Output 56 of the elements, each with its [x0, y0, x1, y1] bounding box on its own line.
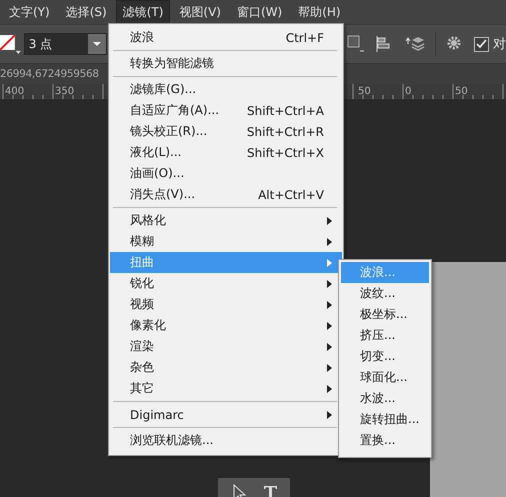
menu-item[interactable]: 消失点(V)... Alt+Ctrl+V — [110, 184, 342, 205]
menu-item[interactable]: 风格化 — [110, 210, 342, 231]
menu-item[interactable]: Digimarc — [110, 404, 342, 425]
ruler-label: 50 — [358, 86, 371, 97]
menu-item[interactable]: 模糊 — [110, 231, 342, 252]
menu-item[interactable]: 切变... — [341, 346, 429, 367]
checkbox-label: 对 — [493, 36, 506, 53]
submenu-arrow-icon — [327, 342, 332, 350]
menu-item[interactable]: 杂色 — [110, 357, 342, 378]
document-info: 26994,6724959568 — [0, 68, 99, 80]
type-tool-icon[interactable] — [262, 484, 280, 497]
submenu-arrow-icon — [327, 322, 332, 330]
menu-item[interactable]: 挤压... — [341, 325, 429, 346]
ruler-label: 0 — [405, 86, 412, 97]
menu-item[interactable]: 其它 — [110, 378, 342, 399]
menu-item[interactable]: 浏览联机滤镜... — [110, 430, 342, 451]
menu-item[interactable]: 旋转扭曲... — [341, 409, 429, 430]
menu-item[interactable]: 球面化... — [341, 367, 429, 388]
menu-item[interactable]: 镜头校正(R)... Shift+Ctrl+R — [110, 121, 342, 142]
menu-item[interactable]: 像素化 — [110, 315, 342, 336]
menu-item[interactable]: 转换为智能滤镜 — [110, 53, 342, 74]
submenu-arrow-icon — [327, 238, 332, 246]
dropdown-caret-icon — [93, 42, 101, 46]
submenu-arrow-icon — [327, 216, 332, 224]
menu-item[interactable]: 滤镜库(G)... — [110, 79, 342, 100]
layers-icon[interactable] — [403, 35, 425, 53]
menu-item[interactable]: 波浪 Ctrl+F — [110, 27, 342, 48]
menu-title[interactable]: 滤镜(T) — [116, 0, 170, 24]
checkbox[interactable] — [474, 36, 489, 52]
stroke-swatch-icon[interactable] — [0, 33, 22, 55]
ruler-label: 50 — [455, 86, 468, 97]
menu-title[interactable]: 文字(Y) — [2, 0, 57, 24]
menu-title[interactable]: 帮助(H) — [291, 0, 348, 24]
menu-item[interactable]: 自适应广角(A)... Shift+Ctrl+A — [110, 100, 342, 121]
submenu-arrow-icon — [327, 280, 332, 288]
submenu-arrow-icon — [327, 364, 332, 372]
stroke-size-field[interactable]: 3 点 — [24, 33, 107, 55]
menu-item[interactable]: 视频 — [110, 294, 342, 315]
submenu-arrow-icon — [327, 410, 332, 418]
menu-item[interactable]: 液化(L)... Shift+Ctrl+X — [110, 142, 342, 163]
menu-item[interactable]: 渲染 — [110, 336, 342, 357]
submenu-arrow-icon — [327, 300, 332, 308]
menu-item[interactable]: 水波... — [341, 388, 429, 409]
submenu-arrow-icon — [327, 384, 332, 392]
menu-title[interactable]: 视图(V) — [172, 0, 228, 24]
square-icon[interactable] — [347, 35, 365, 53]
menu-title[interactable]: 窗口(W) — [230, 0, 290, 24]
menu-item[interactable]: 油画(O)... — [110, 163, 342, 184]
menu-item[interactable]: 锐化 — [110, 273, 342, 294]
menu-item[interactable]: 极坐标... — [341, 304, 429, 325]
ruler-label: 350 — [55, 86, 74, 97]
ruler-label: 400 — [5, 86, 24, 97]
menu-title[interactable]: 选择(S) — [58, 0, 114, 24]
menu-item[interactable]: 置换... — [341, 430, 429, 451]
menu-item[interactable]: 波纹... — [341, 283, 429, 304]
submenu-arrow-icon — [327, 258, 332, 266]
